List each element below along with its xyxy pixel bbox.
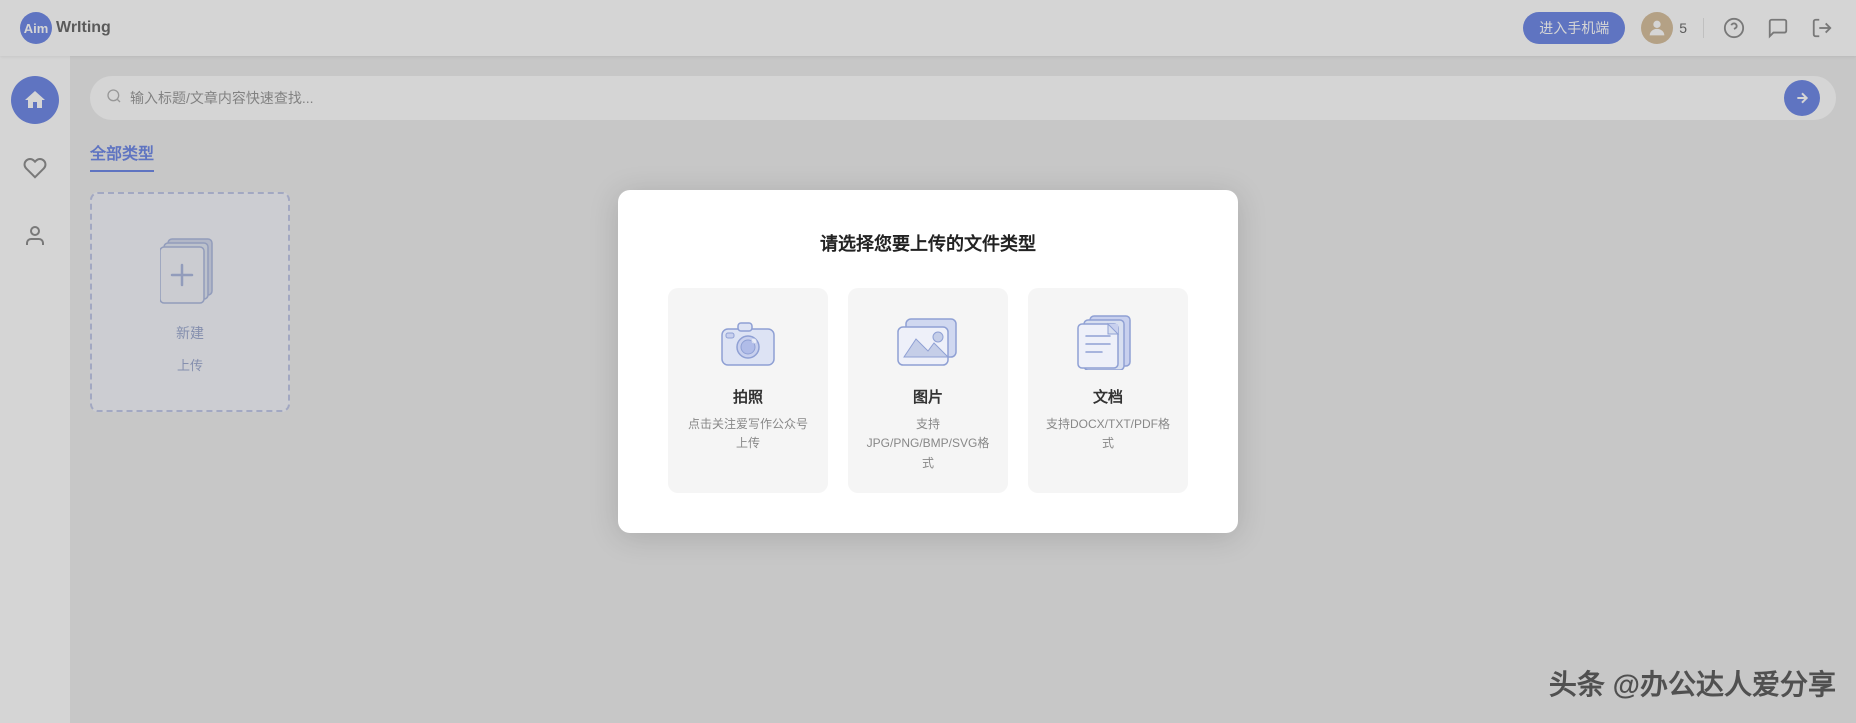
option-photo[interactable]: 拍照 点击关注爱写作公众号上传 — [668, 288, 828, 493]
photo-name: 拍照 — [733, 386, 763, 407]
document-name: 文档 — [1093, 386, 1123, 407]
photo-icon — [713, 312, 783, 372]
option-document[interactable]: 文档 支持DOCX/TXT/PDF格式 — [1028, 288, 1188, 493]
option-image[interactable]: 图片 支持JPG/PNG/BMP/SVG格式 — [848, 288, 1008, 493]
document-desc: 支持DOCX/TXT/PDF格式 — [1044, 415, 1172, 453]
modal: 请选择您要上传的文件类型 — [618, 190, 1238, 533]
modal-options: 拍照 点击关注爱写作公众号上传 图片 — [668, 288, 1188, 493]
image-desc: 支持JPG/PNG/BMP/SVG格式 — [864, 415, 992, 473]
document-icon — [1073, 312, 1143, 372]
image-icon — [893, 312, 963, 372]
modal-overlay: 请选择您要上传的文件类型 — [0, 0, 1856, 723]
modal-title: 请选择您要上传的文件类型 — [668, 230, 1188, 256]
image-name: 图片 — [913, 386, 943, 407]
photo-desc: 点击关注爱写作公众号上传 — [684, 415, 812, 453]
